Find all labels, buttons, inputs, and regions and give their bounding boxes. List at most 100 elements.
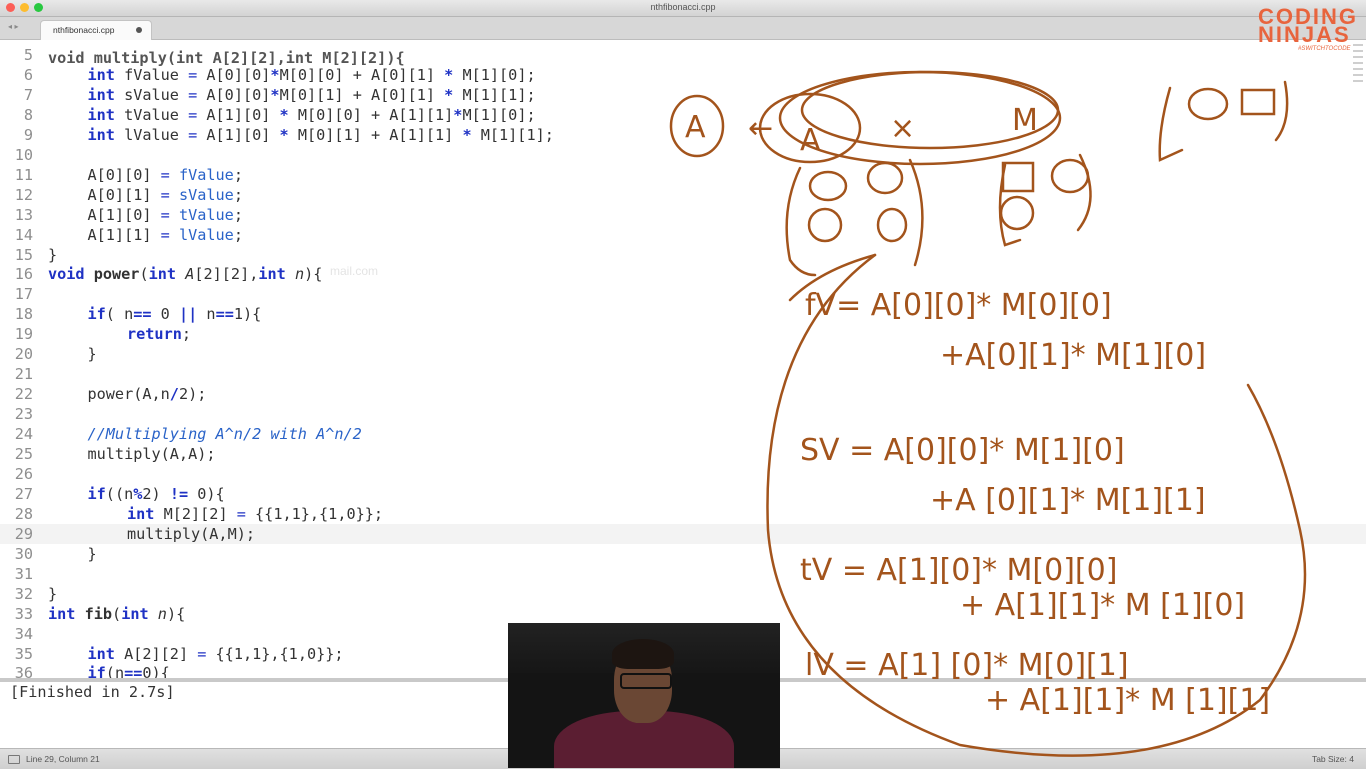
line-number: 31 [14, 564, 33, 583]
code-line[interactable]: 28 int M[2][2] = {{1,1},{1,0}}; [0, 504, 1366, 524]
code-text: int tValue = A[1][0] * M[0][0] + A[1][1]… [87, 105, 536, 124]
line-number: 18 [14, 305, 33, 324]
code-text: } [48, 584, 58, 603]
code-line[interactable]: 8 int tValue = A[1][0] * M[0][0] + A[1][1… [0, 105, 1366, 125]
line-number: 20 [14, 345, 33, 364]
line-number: 8 [23, 105, 33, 124]
code-line[interactable]: 21 [0, 364, 1366, 384]
code-line[interactable]: 31 [0, 564, 1366, 584]
code-text: int fib(int n){ [48, 604, 186, 623]
cursor-position: Line 29, Column 21 [26, 754, 100, 764]
code-line[interactable]: 33 int fib(int n){ [0, 604, 1366, 624]
code-text: //Multiplying A^n/2 with A^n/2 [87, 425, 362, 444]
code-line[interactable]: 18 if( n== 0 || n==1){ [0, 304, 1366, 324]
line-number: 25 [14, 445, 33, 463]
logo-tagline: #SWITCHTOCODE [1298, 46, 1351, 52]
code-line[interactable]: 25 multiply(A,A); [0, 444, 1366, 464]
code-line[interactable]: 14 A[1][1] = lValue; [0, 225, 1366, 245]
code-text: A[0][0] = fValue; [87, 165, 244, 184]
tab-bar: ◂ ▸ nthfibonacci.cpp [0, 17, 1366, 40]
panel-toggle-icon[interactable] [8, 754, 20, 764]
logo-line2: NINJAS [1258, 22, 1351, 47]
code-line[interactable]: 32} [0, 584, 1366, 604]
line-number: 23 [14, 405, 33, 424]
code-text: A[0][1] = sValue; [87, 185, 244, 204]
code-line[interactable]: 15} [0, 245, 1366, 265]
line-number: 27 [14, 484, 33, 503]
line-number: 15 [14, 245, 33, 264]
tab-nthfibonacci[interactable]: nthfibonacci.cpp [40, 20, 152, 40]
window-title: nthfibonacci.cpp [650, 2, 716, 12]
line-number: 30 [14, 544, 33, 563]
line-number: 26 [14, 464, 33, 483]
code-text: } [87, 544, 97, 563]
line-number: 10 [14, 145, 33, 164]
watermark-text: mail.com [330, 264, 379, 278]
line-number: 16 [14, 265, 33, 284]
code-editor[interactable]: void multiply(int A[2][2],int M[2][2]){ … [0, 40, 1366, 678]
line-number: 19 [14, 325, 33, 344]
code-text: A[1][1] = lValue; [87, 225, 244, 244]
line-number: 34 [14, 624, 33, 643]
tab-size-selector[interactable]: Tab Size: 4 [1312, 754, 1354, 764]
code-text: return; [127, 325, 192, 344]
line-number: 7 [23, 85, 33, 104]
code-text: } [48, 245, 58, 264]
code-line[interactable]: 24 //Multiplying A^n/2 with A^n/2 [0, 424, 1366, 444]
code-text: power(A,n/2); [87, 385, 207, 404]
coding-ninjas-logo: CODING NINJAS #SWITCHTOCODE [1258, 6, 1362, 56]
code-line[interactable]: 5 [0, 45, 1366, 65]
line-number: 35 [14, 644, 33, 663]
code-line[interactable]: 23 [0, 404, 1366, 424]
code-text: if(n==0){ [87, 664, 170, 678]
code-line[interactable]: 27 if((n%2) != 0){ [0, 484, 1366, 504]
code-text: if((n%2) != 0){ [87, 484, 225, 503]
line-number: 5 [23, 46, 33, 64]
code-line[interactable]: 9 int lValue = A[1][0] * M[0][1] + A[1][1… [0, 125, 1366, 145]
line-number: 6 [23, 65, 33, 84]
line-number: 24 [14, 425, 33, 444]
code-line[interactable]: 11 A[0][0] = fValue; [0, 165, 1366, 185]
code-line[interactable]: 10 [0, 145, 1366, 165]
code-line[interactable]: 13 A[1][0] = tValue; [0, 205, 1366, 225]
code-text: multiply(A,M); [127, 524, 256, 543]
code-line[interactable]: 19 return; [0, 324, 1366, 344]
line-number: 14 [14, 225, 33, 244]
code-line[interactable]: 7 int sValue = A[0][0]*M[0][1] + A[0][1] … [0, 85, 1366, 105]
line-number: 11 [14, 165, 33, 184]
code-line[interactable]: 16 void power(int A[2][2],int n){ [0, 264, 1366, 284]
line-number: 22 [14, 385, 33, 404]
tab-label: nthfibonacci.cpp [53, 25, 115, 35]
line-number: 12 [14, 185, 33, 204]
line-number: 9 [23, 125, 33, 144]
line-number: 17 [14, 285, 33, 304]
title-bar: nthfibonacci.cpp [0, 0, 1366, 17]
code-line[interactable]: 6 int fValue = A[0][0]*M[0][0] + A[0][1] … [0, 65, 1366, 85]
build-output-text: [Finished in 2.7s] [10, 683, 175, 701]
line-number: 33 [14, 604, 33, 623]
code-text: int lValue = A[1][0] * M[0][1] + A[1][1]… [87, 125, 554, 144]
code-text: multiply(A,A); [87, 445, 216, 463]
code-text: int sValue = A[0][0]*M[0][1] + A[0][1] *… [87, 85, 536, 104]
line-number: 36 [14, 664, 33, 678]
code-line[interactable]: 17 [0, 284, 1366, 304]
code-line[interactable]: 22 power(A,n/2); [0, 384, 1366, 404]
code-text: int A[2][2] = {{1,1},{1,0}}; [87, 644, 344, 663]
line-number: 28 [14, 504, 33, 523]
code-line[interactable]: 12 A[0][1] = sValue; [0, 185, 1366, 205]
code-text: int fValue = A[0][0]*M[0][0] + A[0][1] *… [87, 65, 536, 84]
tab-nav-arrows[interactable]: ◂ ▸ [8, 22, 19, 31]
code-line[interactable]: 30} [0, 544, 1366, 564]
code-line[interactable]: 26 [0, 464, 1366, 484]
code-line[interactable]: 20} [0, 344, 1366, 364]
line-number: 13 [14, 205, 33, 224]
line-number: 21 [14, 365, 33, 384]
line-number: 29 [14, 524, 33, 543]
presenter-webcam [508, 623, 780, 768]
code-text: int M[2][2] = {{1,1},{1,0}}; [127, 504, 384, 523]
glasses-icon [620, 673, 672, 689]
code-line[interactable]: 29 multiply(A,M); [0, 523, 1366, 544]
code-text: A[1][0] = tValue; [87, 205, 244, 224]
code-text: } [87, 345, 97, 364]
unsaved-dot-icon[interactable] [136, 27, 142, 33]
